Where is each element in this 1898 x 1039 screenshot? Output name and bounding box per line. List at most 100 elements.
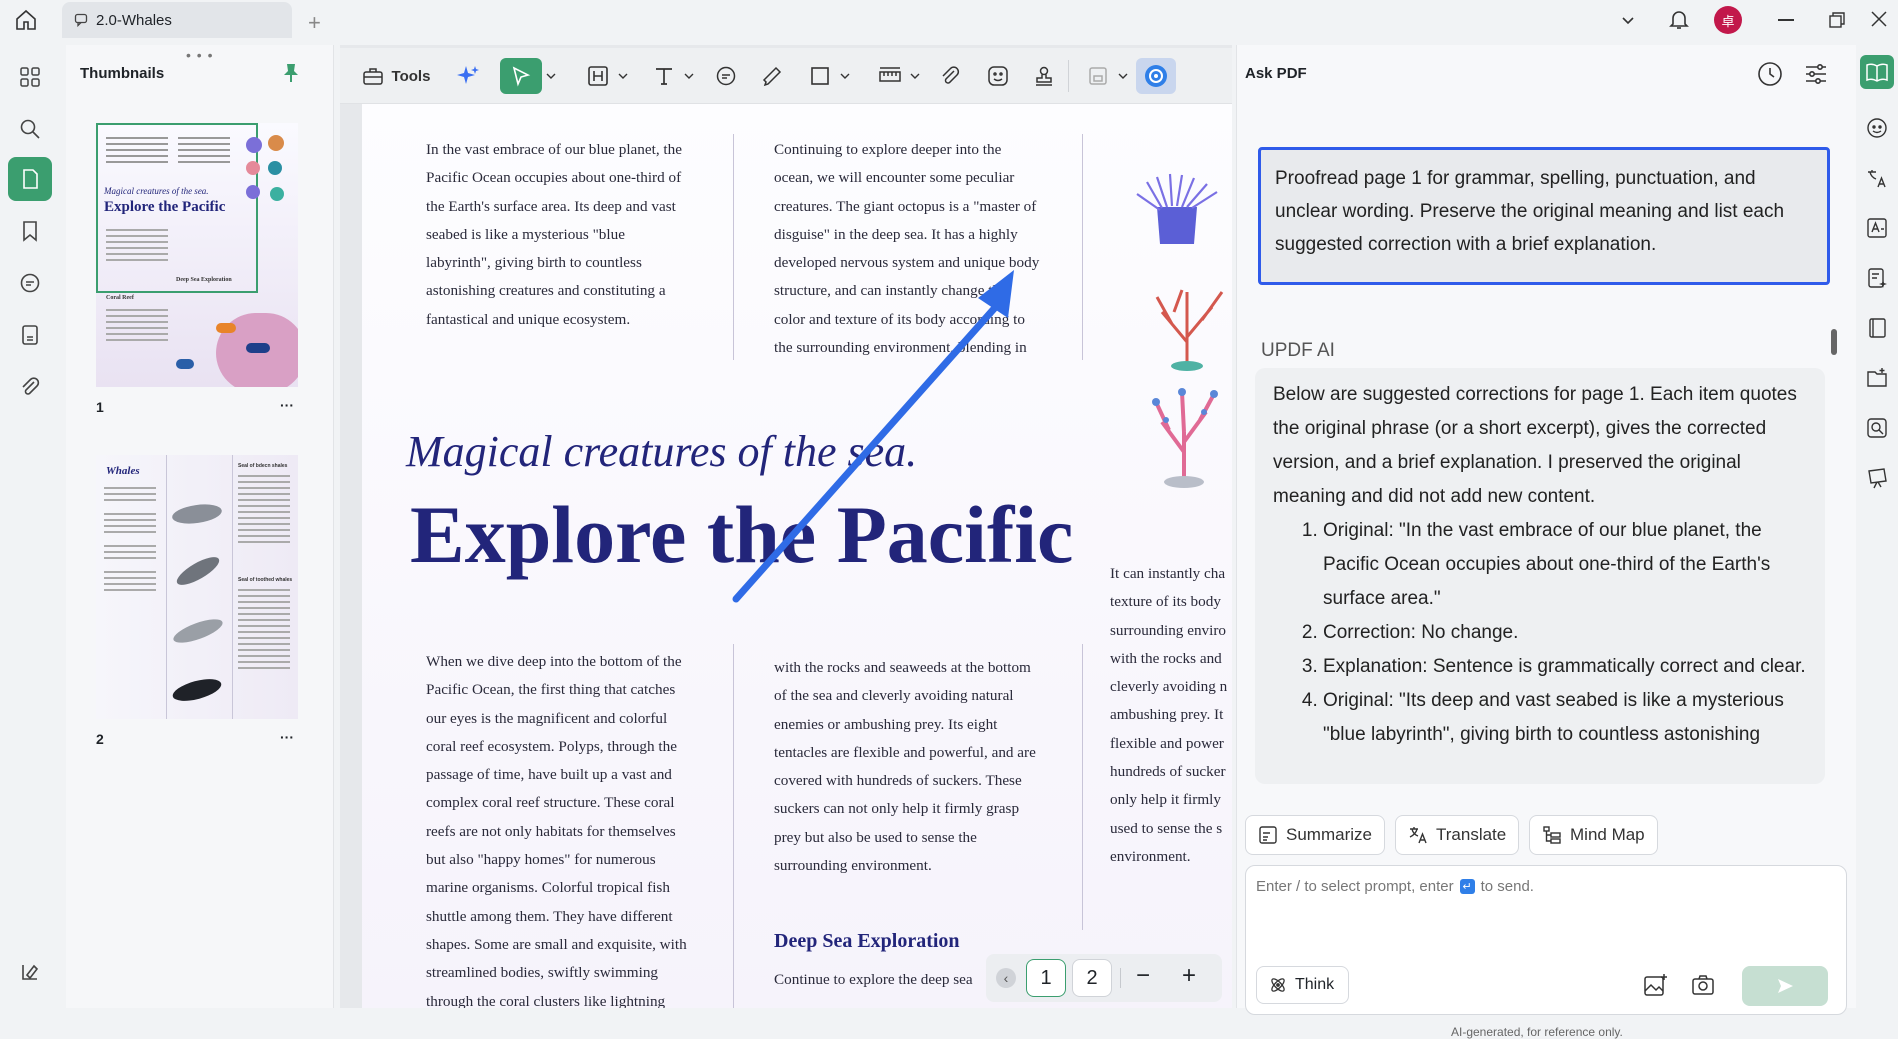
- panel-drag-handle[interactable]: • • •: [186, 47, 213, 63]
- text-line: Pacific Ocean, the first thing that catc…: [426, 681, 676, 699]
- layers-icon[interactable]: [8, 950, 52, 994]
- avatar[interactable]: 卓: [1714, 6, 1742, 34]
- page-thumbnail-1[interactable]: Magical creatures of the sea. Explore th…: [96, 123, 298, 387]
- translate-icon: [1408, 825, 1428, 845]
- ocr-icon[interactable]: [1860, 211, 1894, 245]
- chevron-down-icon[interactable]: [838, 58, 852, 94]
- scrollbar-thumb[interactable]: [1831, 329, 1837, 355]
- thumb-fish-2: [246, 343, 270, 353]
- prompt-input-box[interactable]: Enter / to select prompt, enter ↵ to sen…: [1245, 865, 1847, 1015]
- text-line: used to sense the s: [1110, 819, 1223, 837]
- history-icon[interactable]: [1757, 61, 1783, 87]
- thumb-creature-4: [268, 161, 282, 175]
- page-1-button[interactable]: 1: [1026, 959, 1066, 997]
- scan-search-icon[interactable]: [1860, 411, 1894, 445]
- document-tab[interactable]: 2.0-Whales: [62, 2, 292, 38]
- summarize-chip[interactable]: Summarize: [1245, 815, 1385, 855]
- text-line: hundreds of sucker: [1110, 763, 1226, 781]
- chevron-left-icon[interactable]: ‹: [996, 968, 1016, 988]
- bookmark-icon[interactable]: [8, 209, 52, 253]
- text-line: astonishing creatures and constituting a: [426, 282, 666, 300]
- text-line: with the rocks and seaweeds at the botto…: [774, 659, 1031, 676]
- close-icon[interactable]: [1870, 10, 1888, 28]
- thumb-more-button[interactable]: ···: [280, 397, 294, 413]
- ask-pdf-book-icon[interactable]: [1860, 55, 1894, 89]
- text-column-1-top: In the vast embrace of our blue planet, …: [426, 136, 682, 334]
- attach-tool-icon[interactable]: [932, 58, 968, 94]
- new-tab-button[interactable]: +: [308, 10, 321, 36]
- apps-icon[interactable]: [8, 55, 52, 99]
- chevron-down-icon[interactable]: [544, 58, 558, 94]
- chevron-down-icon[interactable]: [908, 58, 922, 94]
- comment-tool-icon[interactable]: [708, 58, 744, 94]
- ai-document-icon[interactable]: [1860, 261, 1894, 295]
- heading-tool-icon[interactable]: [580, 58, 616, 94]
- ai-sparkle-icon[interactable]: [450, 58, 486, 94]
- mind-map-chip[interactable]: Mind Map: [1529, 815, 1658, 855]
- thumb-section-2: Deep Sea Exploration: [176, 277, 232, 283]
- presentation-icon[interactable]: [1860, 461, 1894, 495]
- text-line: passage of time, have built up a vast an…: [426, 766, 672, 784]
- select-cursor-icon[interactable]: [500, 58, 542, 94]
- ai-assistant-icon[interactable]: [1136, 58, 1176, 94]
- translate-chip[interactable]: Translate: [1395, 815, 1520, 855]
- zoom-in-button[interactable]: +: [1182, 962, 1196, 990]
- pin-icon[interactable]: [282, 63, 300, 83]
- measure-tool-icon[interactable]: [872, 58, 908, 94]
- chevron-down-icon[interactable]: [616, 58, 630, 94]
- prompt-input[interactable]: Enter / to select prompt, enter ↵ to sen…: [1256, 878, 1534, 895]
- pen-tool-icon[interactable]: [754, 58, 790, 94]
- list-item: Original: "In the vast embrace of our bl…: [1323, 514, 1807, 616]
- ai-label: UPDF AI: [1261, 340, 1335, 361]
- text-line: It can instantly cha: [1110, 565, 1226, 582]
- thumbnails-icon[interactable]: [8, 157, 52, 201]
- section-first-line: Continue to explore the deep sea: [774, 971, 973, 988]
- settings-sliders-icon[interactable]: [1803, 61, 1829, 87]
- sticker-tool-icon[interactable]: [980, 58, 1016, 94]
- chevron-down-icon[interactable]: [1620, 12, 1636, 28]
- translate-page-icon[interactable]: [1860, 161, 1894, 195]
- comments-icon[interactable]: [8, 261, 52, 305]
- page-2-button[interactable]: 2: [1072, 959, 1112, 997]
- screenshot-icon[interactable]: [1690, 972, 1716, 998]
- stamp-tool-icon[interactable]: [1026, 58, 1062, 94]
- thumb-creature-2: [268, 135, 284, 151]
- placeholder-text-a: Enter / to select prompt, enter: [1256, 878, 1454, 895]
- bell-icon[interactable]: [1668, 8, 1690, 30]
- send-button[interactable]: [1742, 966, 1828, 1006]
- search-icon[interactable]: [8, 107, 52, 151]
- image-upload-icon[interactable]: [1642, 972, 1668, 998]
- attachments-panel-icon[interactable]: [8, 313, 52, 357]
- chevron-down-icon[interactable]: [682, 58, 696, 94]
- thumb-fish: [216, 323, 236, 333]
- arrow-annotation[interactable]: [722, 254, 1032, 614]
- text-line: tentacles are flexible and powerful, and…: [774, 743, 1036, 761]
- save-disabled-icon[interactable]: [1080, 58, 1116, 94]
- summarize-icon: [1258, 825, 1278, 845]
- text-line: ambushing prey. It: [1110, 706, 1224, 724]
- rectangle-tool-icon[interactable]: [802, 58, 838, 94]
- paperclip-icon[interactable]: [8, 365, 52, 409]
- think-toggle[interactable]: Think: [1256, 966, 1350, 1004]
- disclaimer: AI-generated, for reference only.: [1451, 1025, 1623, 1039]
- text-column-1-bottom: When we dive deep into the bottom of the…: [426, 648, 696, 1008]
- chevron-down-icon[interactable]: [1116, 58, 1130, 94]
- tools-button[interactable]: Tools: [356, 58, 436, 94]
- home-icon[interactable]: [14, 8, 38, 32]
- batch-folder-icon[interactable]: [1860, 361, 1894, 395]
- thumb-more-button[interactable]: ···: [280, 729, 294, 745]
- thumb2-heading-2: Seal of toothed whales: [238, 577, 293, 583]
- text-line: coral reef ecosystem. Polyps, through th…: [426, 737, 677, 755]
- text-line: streamlined bodies, swiftly swimming: [426, 964, 659, 982]
- text-tool-icon[interactable]: [646, 58, 682, 94]
- reader-book-icon[interactable]: [1860, 311, 1894, 345]
- zoom-out-button[interactable]: −: [1136, 962, 1150, 990]
- text-line: seabed is like a mysterious "blue: [426, 225, 625, 243]
- thumb-creature-6: [270, 187, 284, 201]
- text-line: reefs are not only habitats for themselv…: [426, 822, 676, 840]
- restore-icon[interactable]: [1828, 11, 1846, 29]
- summarize-label: Summarize: [1286, 825, 1372, 844]
- chat-bot-icon[interactable]: [1860, 111, 1894, 145]
- page-thumbnail-2[interactable]: Whales Seal of bdecn shales Seal of toot…: [96, 455, 298, 719]
- minimize-icon[interactable]: [1778, 19, 1794, 21]
